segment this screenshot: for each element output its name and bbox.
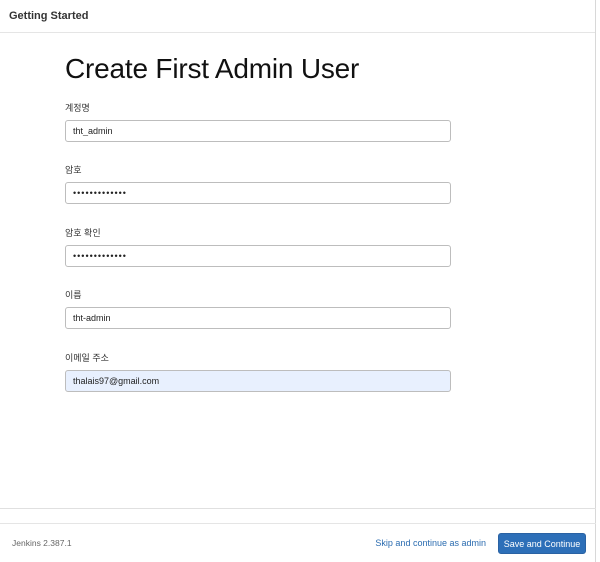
password-input[interactable] bbox=[65, 182, 451, 204]
dialog-header: Getting Started bbox=[0, 0, 595, 33]
email-label: 이메일 주소 bbox=[65, 353, 109, 363]
fullname-label: 이름 bbox=[65, 290, 82, 300]
username-label: 계정명 bbox=[65, 103, 90, 113]
password-confirm-field-group: 암호 확인 bbox=[65, 227, 451, 267]
version-label: Jenkins 2.387.1 bbox=[12, 538, 72, 548]
skip-continue-link[interactable]: Skip and continue as admin bbox=[375, 538, 486, 548]
content-divider bbox=[0, 508, 596, 509]
username-field-group: 계정명 bbox=[65, 102, 451, 142]
setup-dialog: Getting Started Create First Admin User … bbox=[0, 0, 596, 562]
form-content: Create First Admin User 계정명 암호 암호 확인 이름 … bbox=[65, 52, 451, 392]
username-input[interactable] bbox=[65, 120, 451, 142]
dialog-footer: Jenkins 2.387.1 Skip and continue as adm… bbox=[0, 523, 596, 562]
header-title: Getting Started bbox=[9, 10, 89, 22]
save-continue-button[interactable]: Save and Continue bbox=[498, 533, 586, 554]
password-confirm-input[interactable] bbox=[65, 245, 451, 267]
password-label: 암호 bbox=[65, 165, 82, 175]
fullname-field-group: 이름 bbox=[65, 289, 451, 329]
password-field-group: 암호 bbox=[65, 164, 451, 204]
password-confirm-label: 암호 확인 bbox=[65, 228, 101, 238]
fullname-input[interactable] bbox=[65, 307, 451, 329]
page-title: Create First Admin User bbox=[65, 53, 360, 84]
email-field-group: 이메일 주소 bbox=[65, 352, 451, 392]
email-input[interactable] bbox=[65, 370, 451, 392]
